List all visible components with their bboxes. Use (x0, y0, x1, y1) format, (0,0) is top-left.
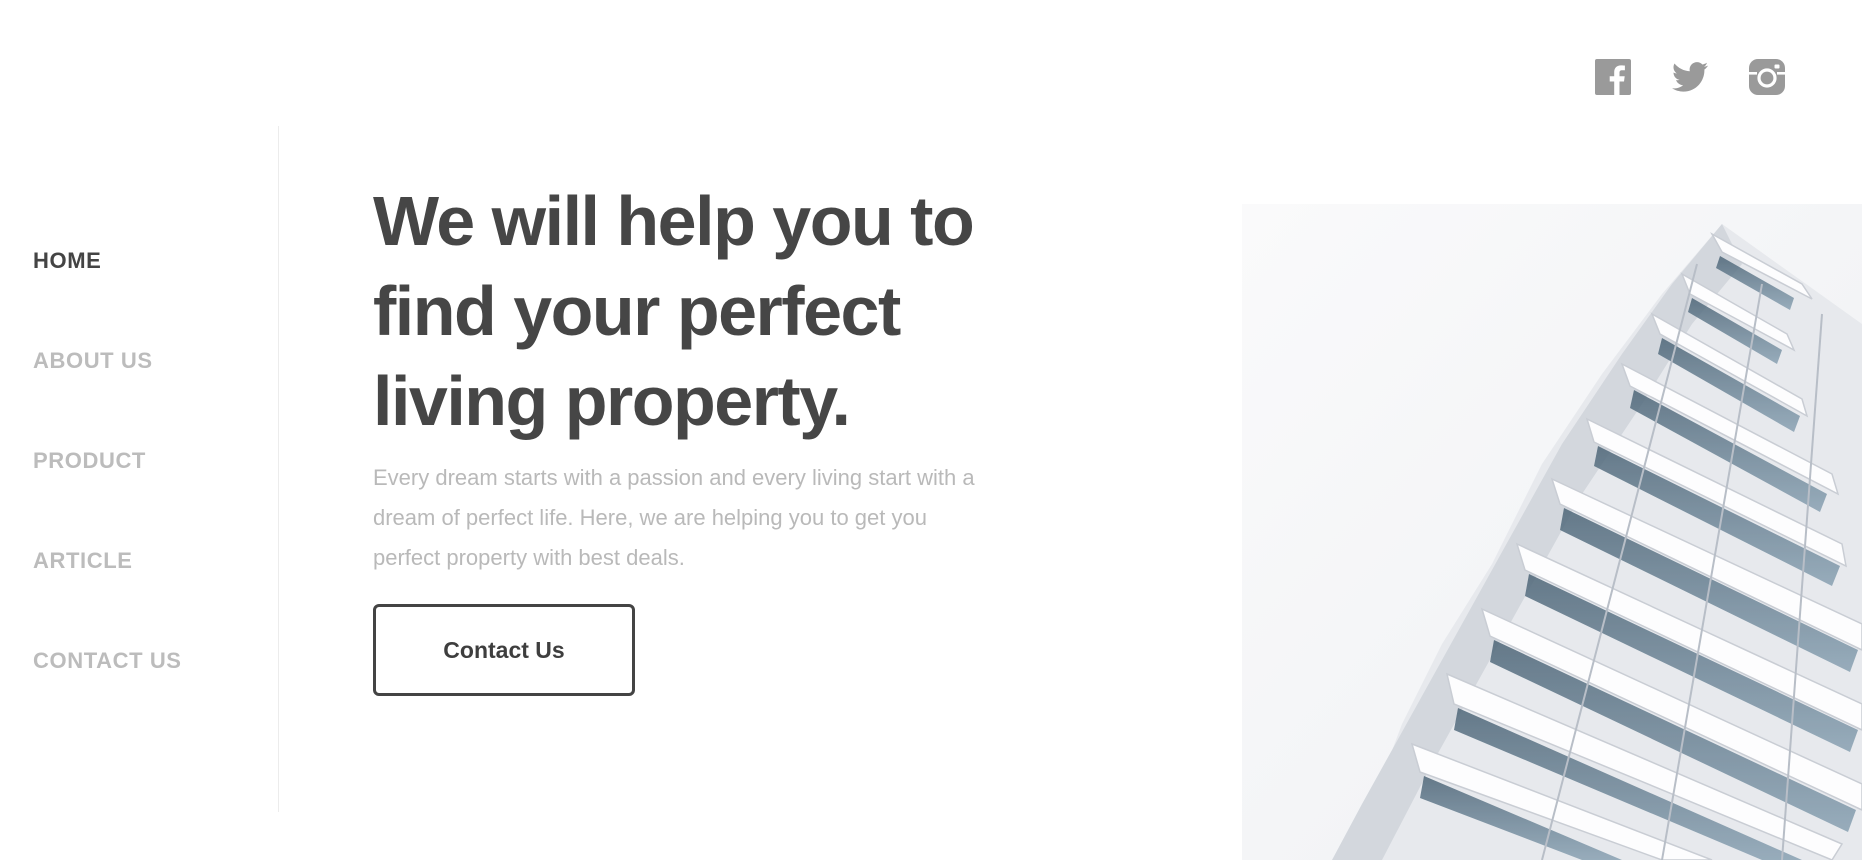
hero-description-line: dream of perfect life. Here, we are help… (373, 505, 927, 530)
nav-item-article: ARTICLE (33, 545, 182, 645)
hero-title-line: find your perfect (373, 272, 901, 350)
twitter-icon (1672, 62, 1708, 92)
twitter-link[interactable] (1671, 58, 1709, 96)
sidebar-divider (278, 126, 279, 812)
hero-description-line: Every dream starts with a passion and ev… (373, 465, 975, 490)
facebook-link[interactable] (1594, 58, 1632, 96)
hero-description-line: perfect property with best deals. (373, 545, 685, 570)
hero-title: We will help you to find your perfect li… (373, 176, 1073, 446)
nav-item-home: HOME (33, 245, 182, 345)
social-links (1594, 58, 1786, 96)
sidebar: HOME ABOUT US PRODUCT ARTICLE CONTACT US (0, 0, 279, 812)
instagram-link[interactable] (1748, 58, 1786, 96)
contact-us-button[interactable]: Contact Us (373, 604, 635, 696)
building-illustration (1242, 204, 1862, 860)
nav-link-product[interactable]: PRODUCT (33, 445, 146, 477)
nav-item-about-us: ABOUT US (33, 345, 182, 445)
instagram-icon (1749, 59, 1785, 95)
nav-item-contact-us: CONTACT US (33, 645, 182, 745)
building-image (1242, 204, 1862, 860)
nav-link-home[interactable]: HOME (33, 245, 101, 277)
nav-link-contact-us[interactable]: CONTACT US (33, 645, 182, 677)
hero-section: We will help you to find your perfect li… (373, 176, 1073, 696)
nav-link-about-us[interactable]: ABOUT US (33, 345, 153, 377)
nav-item-product: PRODUCT (33, 445, 182, 545)
sidebar-nav: HOME ABOUT US PRODUCT ARTICLE CONTACT US (33, 245, 182, 745)
hero-description: Every dream starts with a passion and ev… (373, 458, 1053, 578)
hero-title-line: We will help you to (373, 182, 975, 260)
hero-title-line: living property. (373, 362, 851, 440)
nav-link-article[interactable]: ARTICLE (33, 545, 133, 577)
facebook-icon (1595, 59, 1631, 95)
